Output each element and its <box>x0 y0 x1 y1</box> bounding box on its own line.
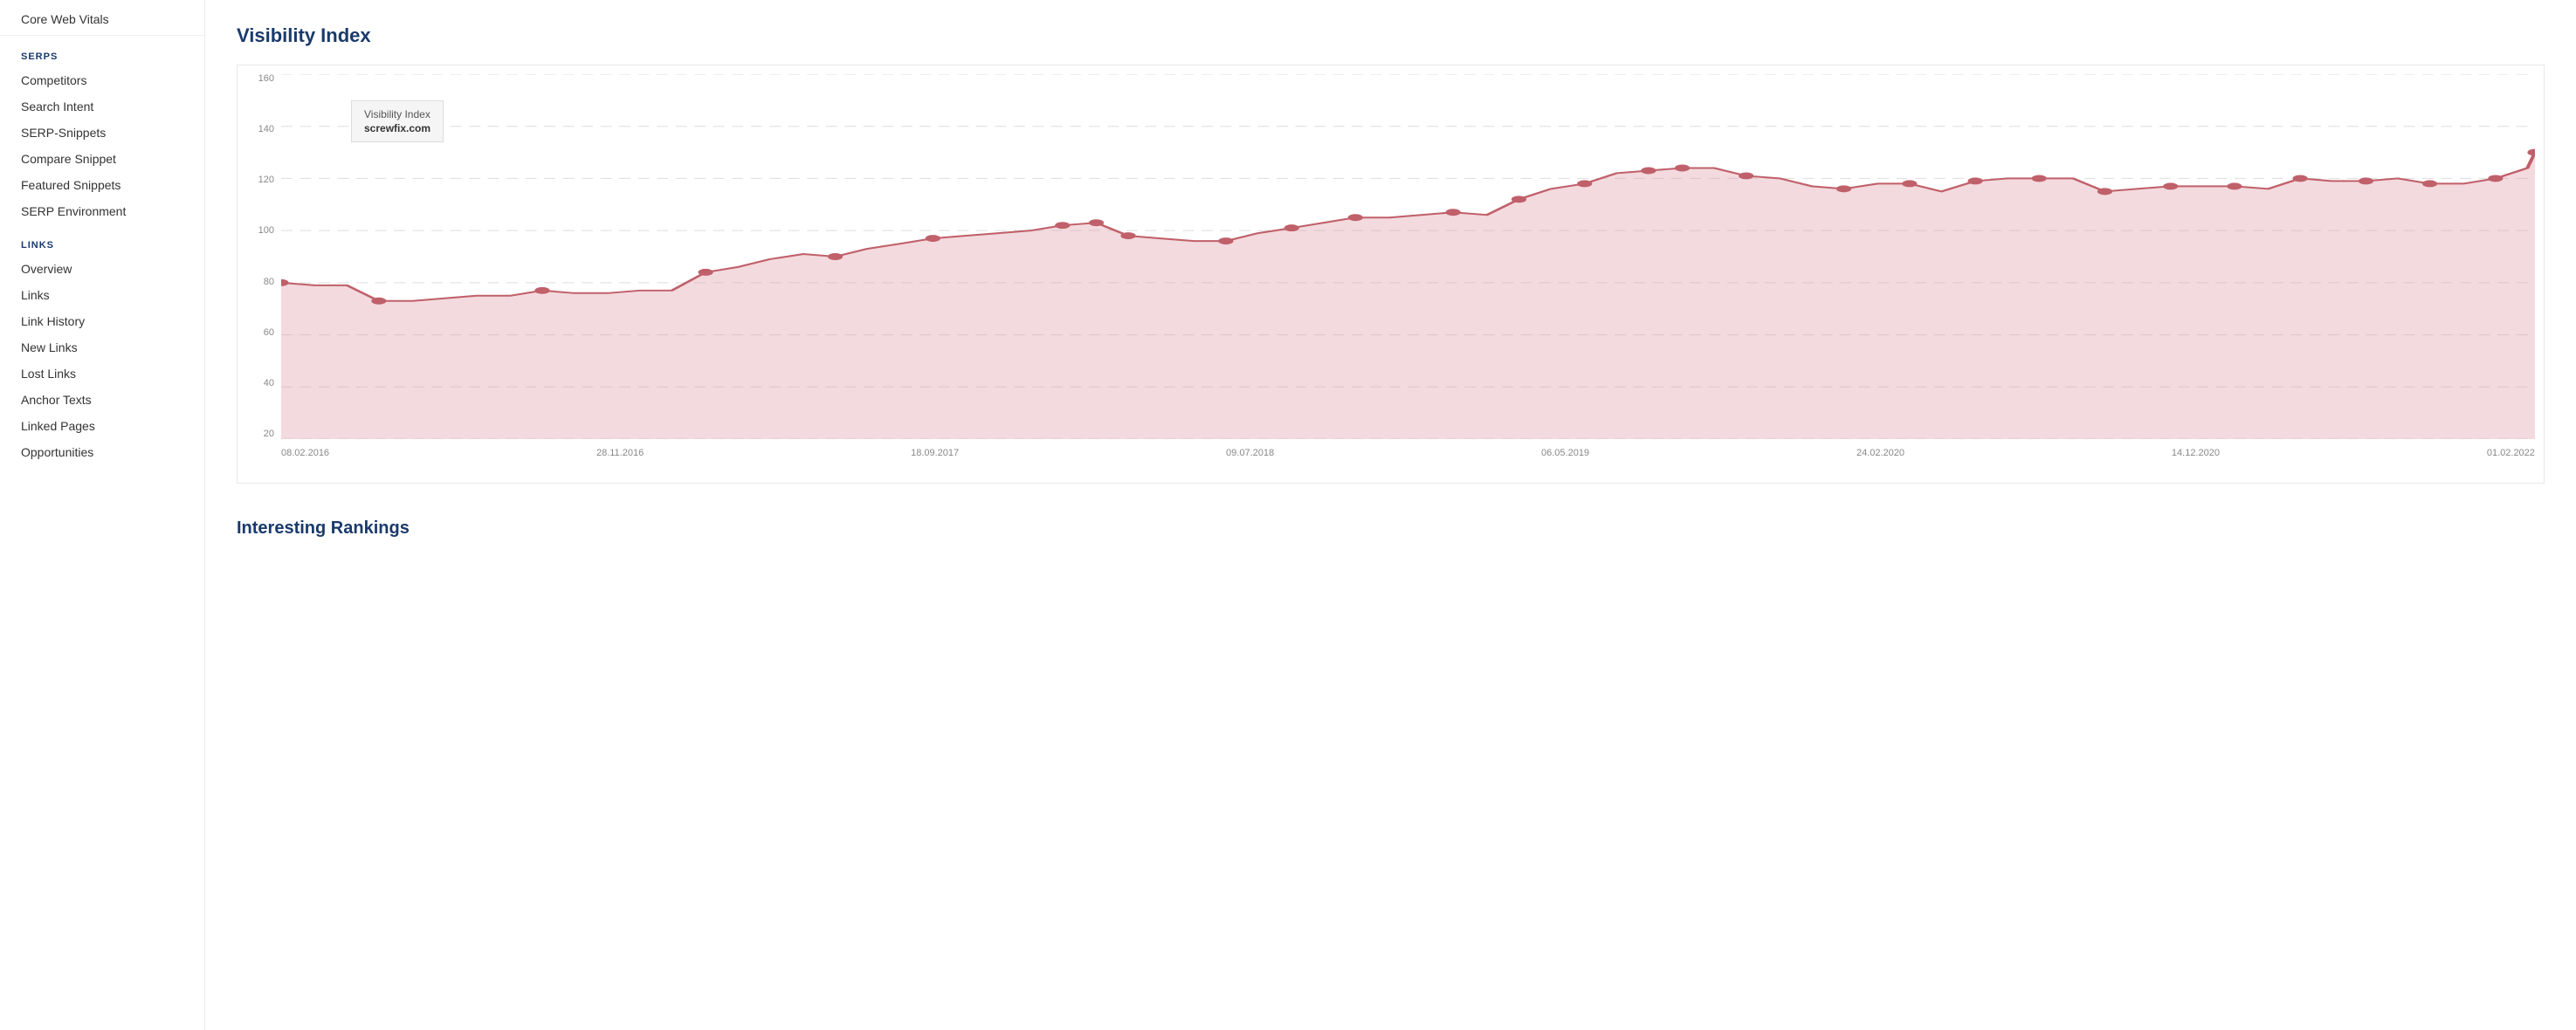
y-label-160: 160 <box>258 74 274 84</box>
sidebar: Core Web Vitals SERPS Competitors Search… <box>0 0 205 1030</box>
x-label-0: 08.02.2016 <box>281 448 329 458</box>
main-content: Visibility Index 160 140 120 100 80 60 4… <box>205 0 2576 1030</box>
y-label-100: 100 <box>258 226 274 236</box>
y-label-140: 140 <box>258 125 274 134</box>
y-label-80: 80 <box>264 278 274 287</box>
sidebar-item-overview[interactable]: Overview <box>0 256 204 282</box>
x-label-2: 18.09.2017 <box>911 448 959 458</box>
x-axis: 08.02.2016 28.11.2016 18.09.2017 09.07.2… <box>281 443 2535 474</box>
chart-title: Visibility Index <box>237 24 2545 47</box>
sidebar-item-linked-pages[interactable]: Linked Pages <box>0 413 204 439</box>
y-label-20: 20 <box>264 429 274 439</box>
sidebar-item-search-intent[interactable]: Search Intent <box>0 93 204 120</box>
x-label-6: 14.12.2020 <box>2172 448 2220 458</box>
sidebar-section-serps: SERPS <box>0 36 204 67</box>
x-label-7: 01.02.2022 <box>2487 448 2535 458</box>
x-label-5: 24.02.2020 <box>1856 448 1904 458</box>
sidebar-item-competitors[interactable]: Competitors <box>0 67 204 93</box>
sidebar-item-new-links[interactable]: New Links <box>0 334 204 360</box>
x-label-3: 09.07.2018 <box>1226 448 1274 458</box>
x-label-4: 06.05.2019 <box>1541 448 1589 458</box>
sidebar-item-serp-snippets[interactable]: SERP-Snippets <box>0 120 204 146</box>
sidebar-item-link-history[interactable]: Link History <box>0 308 204 334</box>
visibility-index-section: Visibility Index 160 140 120 100 80 60 4… <box>237 24 2545 501</box>
x-label-1: 28.11.2016 <box>596 448 644 458</box>
sidebar-item-compare-snippet[interactable]: Compare Snippet <box>0 146 204 172</box>
sidebar-section-links: LINKS <box>0 224 204 256</box>
sidebar-item-lost-links[interactable]: Lost Links <box>0 360 204 387</box>
sidebar-item-core-web-vitals[interactable]: Core Web Vitals <box>0 0 204 36</box>
y-label-40: 40 <box>264 379 274 388</box>
sidebar-item-opportunities[interactable]: Opportunities <box>0 439 204 465</box>
sidebar-item-featured-snippets[interactable]: Featured Snippets <box>0 172 204 198</box>
y-axis: 160 140 120 100 80 60 40 20 <box>238 74 279 439</box>
y-label-60: 60 <box>264 328 274 338</box>
chart-inner: .grid-line { stroke: #ddd; stroke-width:… <box>281 74 2535 439</box>
y-label-120: 120 <box>258 175 274 185</box>
interesting-rankings-title: Interesting Rankings <box>237 518 2545 539</box>
sidebar-item-serp-environment[interactable]: SERP Environment <box>0 198 204 224</box>
sidebar-item-anchor-texts[interactable]: Anchor Texts <box>0 387 204 413</box>
chart-area[interactable]: 160 140 120 100 80 60 40 20 .grid-line {… <box>237 65 2545 484</box>
sidebar-item-links[interactable]: Links <box>0 282 204 308</box>
